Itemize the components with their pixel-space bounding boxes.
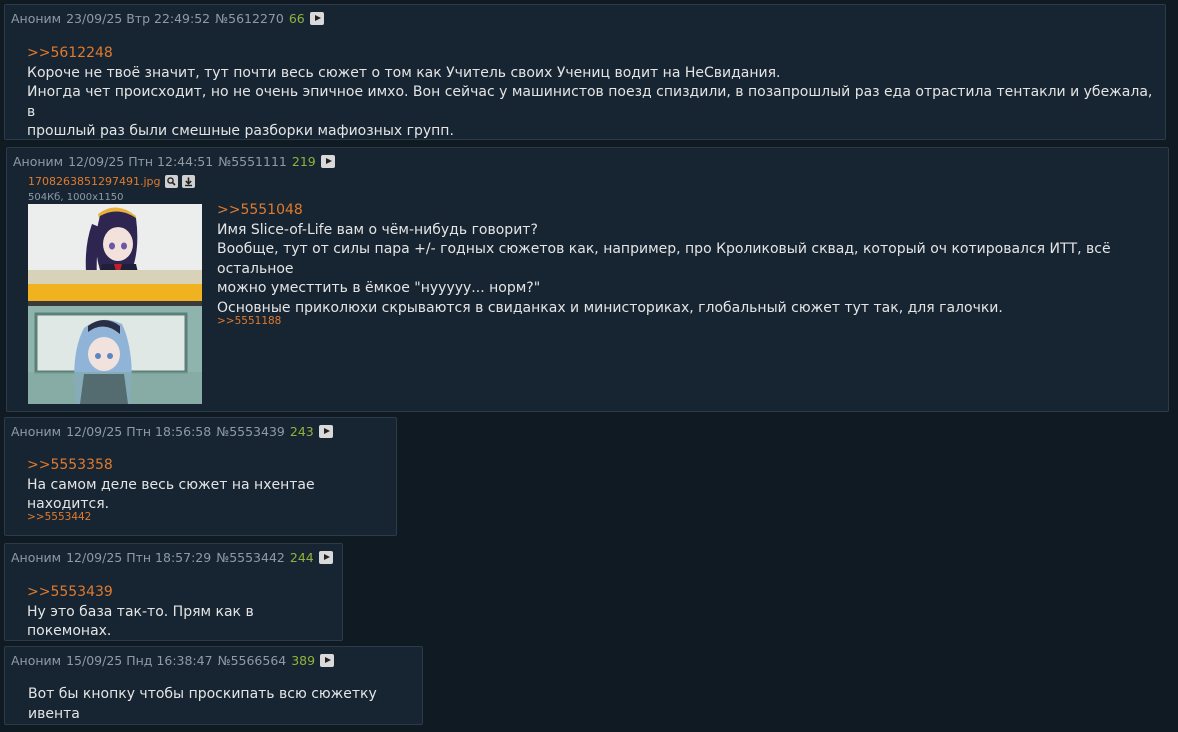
post-counter: 219 [291,154,316,169]
reply-link[interactable]: >>5553358 [27,456,396,476]
message-line: Иногда чет происходит, но не очень эпичн… [27,84,1153,120]
post-message: >>5553358 На самом деле весь сюжет на нх… [27,456,396,515]
backreply-link[interactable]: >>5551188 [217,315,281,327]
post-author: Аноним [13,154,64,169]
message-line: Вот бы кнопку чтобы проскипать всю сюжет… [28,686,377,722]
post-author: Аноним [11,11,62,26]
post: Аноним 12/09/25 Птн 18:57:29 №5553442 24… [4,543,343,641]
reply-link[interactable]: >>5551048 [217,201,1168,221]
post-date: 15/09/25 Пнд 16:38:47 [66,653,213,668]
post: Аноним 12/09/25 Птн 18:56:58 №5553439 24… [4,417,397,536]
message-line: Имя Slice-of-Life вам о чём-нибудь говор… [217,221,538,238]
search-icon[interactable] [164,175,178,188]
file-info: 504Кб, 1000x1150 [28,192,124,203]
reply-link[interactable]: >>5553439 [27,583,342,603]
message-line: Основные приколюхи скрываются в свиданка… [217,299,1003,316]
post-date: 23/09/25 Втр 22:49:52 [66,11,211,26]
play-icon[interactable] [318,425,333,438]
reply-link[interactable]: >>5612248 [27,44,1165,64]
post-counter: 243 [289,424,314,439]
post-number[interactable]: №5553442 [216,550,285,565]
play-icon[interactable] [318,551,333,564]
backreply-link[interactable]: >>5553442 [27,511,91,523]
file-name-link[interactable]: 1708263851297491.jpg [28,175,161,188]
message-line: На самом деле весь сюжет на нхентае нахо… [27,476,315,513]
message-line: Короче не твоё значит, тут почти весь сю… [27,64,781,81]
post-header: Аноним 23/09/25 Втр 22:49:52 №5612270 66 [11,11,324,26]
post-number[interactable]: №5612270 [215,11,284,26]
post: Аноним 23/09/25 Втр 22:49:52 №5612270 66… [4,4,1166,140]
post-author: Аноним [11,653,62,668]
message-line: можно уместтить в ёмкое "нууууу... норм?… [217,280,541,296]
message-line: Вообще, тут от силы пара +/- годных сюже… [217,241,1111,277]
post-message: >>5612248 Короче не твоё значит, тут поч… [27,44,1165,142]
post: Аноним 12/09/25 Птн 12:44:51 №5551111 21… [6,147,1169,412]
post-header: Аноним 12/09/25 Птн 18:56:58 №5553439 24… [11,424,333,439]
post-message: >>5551048 Имя Slice-of-Life вам о чём-ни… [217,201,1168,318]
post-counter: 66 [288,11,305,26]
post-message: >>5553439 Ну это база так-то. Прям как в… [27,583,342,642]
message-line: Ну это база так-то. Прям как в покемонах… [27,603,254,640]
download-icon[interactable] [181,175,195,188]
post-author: Аноним [11,550,62,565]
play-icon[interactable] [320,155,335,168]
post-date: 12/09/25 Птн 18:56:58 [66,424,212,439]
message-line: прошлый раз были смешные разборки мафиоз… [27,123,454,139]
post-message: Вот бы кнопку чтобы проскипать всю сюжет… [28,685,422,724]
play-icon[interactable] [320,654,335,667]
play-icon[interactable] [309,12,324,25]
post-counter: 389 [291,653,316,668]
post-number[interactable]: №5566564 [218,653,287,668]
post-date: 12/09/25 Птн 12:44:51 [68,154,214,169]
post-counter: 244 [289,550,314,565]
post: Аноним 15/09/25 Пнд 16:38:47 №5566564 38… [4,646,423,725]
post-number[interactable]: №5553439 [216,424,285,439]
post-header: Аноним 15/09/25 Пнд 16:38:47 №5566564 38… [11,653,335,668]
file-link-row: 1708263851297491.jpg [28,175,195,188]
post-author: Аноним [11,424,62,439]
post-header: Аноним 12/09/25 Птн 18:57:29 №5553442 24… [11,550,333,565]
attachment-thumbnail[interactable] [28,204,202,404]
post-date: 12/09/25 Птн 18:57:29 [66,550,212,565]
post-number[interactable]: №5551111 [218,154,287,169]
post-header: Аноним 12/09/25 Птн 12:44:51 №5551111 21… [13,154,335,169]
